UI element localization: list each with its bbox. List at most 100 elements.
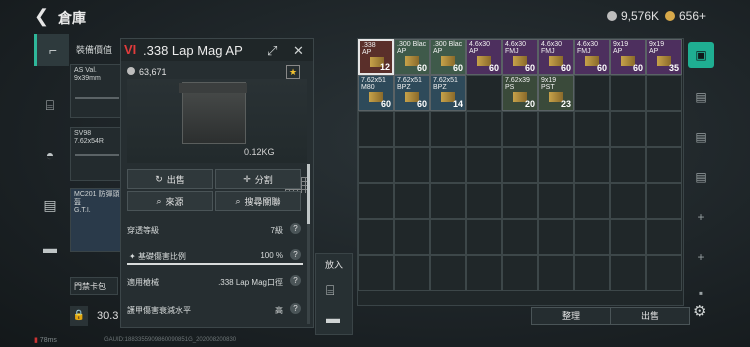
scrollbar[interactable]: [307, 164, 310, 324]
stash-cell[interactable]: [610, 183, 646, 219]
stash-cell[interactable]: [538, 255, 574, 291]
stash-cell[interactable]: [466, 183, 502, 219]
plus-icon[interactable]: +: [688, 244, 714, 270]
stash-cell[interactable]: [538, 219, 574, 255]
container-icon[interactable]: ▤: [688, 164, 714, 190]
stash-cell[interactable]: [466, 75, 502, 111]
lock-icon[interactable]: 🔒: [70, 306, 88, 326]
stash-item[interactable]: .338 AP 12: [358, 39, 394, 75]
pistol-icon[interactable]: ⌐: [34, 34, 69, 66]
stash-cell[interactable]: [610, 219, 646, 255]
plus-icon[interactable]: +: [688, 204, 714, 230]
stash-cell[interactable]: [430, 147, 466, 183]
stash-item[interactable]: .300 Blac AP 60: [394, 39, 430, 75]
stash-cell[interactable]: [466, 219, 502, 255]
stash-cell[interactable]: [466, 255, 502, 291]
stash-cell[interactable]: [502, 147, 538, 183]
search-related-button[interactable]: ⌕ 搜尋關聯: [215, 191, 301, 211]
stash-cell[interactable]: [574, 219, 610, 255]
stash-cell[interactable]: [610, 111, 646, 147]
stash-cell[interactable]: [394, 255, 430, 291]
stash-cell[interactable]: [358, 255, 394, 291]
stash-item[interactable]: 7.62x51 BPZ 14: [430, 75, 466, 111]
stash-cell[interactable]: [394, 183, 430, 219]
stash-cell[interactable]: [394, 111, 430, 147]
stash-cell[interactable]: [430, 183, 466, 219]
stash-item[interactable]: 9x19 AP 60: [610, 39, 646, 75]
star-icon[interactable]: ★: [286, 65, 300, 79]
stash-cell[interactable]: [610, 255, 646, 291]
secondary-weapon-slot[interactable]: SV98 7.62x54R: [70, 127, 122, 181]
stash-cell[interactable]: [646, 111, 682, 147]
helmet-slot[interactable]: MC201 防彈頭盔 G.T.I.: [70, 188, 122, 252]
stash-cell[interactable]: [610, 147, 646, 183]
chevron-left-icon[interactable]: ❮: [34, 7, 49, 25]
stat-row: 護甲傷害衰減水平 高 ?: [127, 299, 303, 321]
stash-cell[interactable]: [574, 111, 610, 147]
stash-cell[interactable]: [430, 255, 466, 291]
stash-cell[interactable]: [646, 183, 682, 219]
keycard-bag[interactable]: 門禁卡包: [70, 277, 118, 295]
stash-item[interactable]: 7.62x39 PS 20: [502, 75, 538, 111]
stash-cell[interactable]: [574, 147, 610, 183]
help-icon[interactable]: ?: [290, 223, 301, 234]
stash-cell[interactable]: [538, 111, 574, 147]
stash-cell[interactable]: [646, 147, 682, 183]
stash-item[interactable]: 4.6x30 FMJ 60: [538, 39, 574, 75]
stash-item[interactable]: 4.6x30 FMJ 60: [574, 39, 610, 75]
help-icon[interactable]: ?: [290, 249, 301, 260]
primary-weapon-slot[interactable]: AS Val. 9x39mm: [70, 64, 122, 118]
source-button[interactable]: ⌕ 來源: [127, 191, 213, 211]
stash-cell[interactable]: [430, 219, 466, 255]
split-button[interactable]: ✛ 分割: [215, 169, 301, 189]
container-icon[interactable]: ▤: [688, 84, 714, 110]
help-icon[interactable]: ?: [290, 275, 301, 286]
stash-cell[interactable]: [502, 183, 538, 219]
stash-cell[interactable]: [574, 183, 610, 219]
helmet-icon[interactable]: ◓: [34, 139, 66, 171]
toolbox-icon[interactable]: ▬: [326, 310, 340, 326]
stash-cell[interactable]: [502, 255, 538, 291]
stash-item[interactable]: 7.62x51 BPZ 60: [394, 75, 430, 111]
vest-icon[interactable]: ⌸: [326, 282, 334, 299]
stash-item[interactable]: 4.6x30 AP 60: [466, 39, 502, 75]
stash-cell[interactable]: [610, 75, 646, 111]
stash-cell[interactable]: [646, 219, 682, 255]
stash-cell[interactable]: [502, 219, 538, 255]
stash-cell[interactable]: [358, 219, 394, 255]
backpack-icon[interactable]: ▤: [34, 189, 66, 221]
container-icon[interactable]: ▤: [688, 124, 714, 150]
stash-cell[interactable]: [502, 111, 538, 147]
help-icon[interactable]: ?: [290, 303, 301, 314]
vest-icon[interactable]: ⌸: [34, 89, 66, 121]
stash-cell[interactable]: [394, 147, 430, 183]
stash-cell[interactable]: [358, 183, 394, 219]
close-icon[interactable]: ✕: [293, 43, 304, 59]
sell-button[interactable]: ↻ 出售: [127, 169, 213, 189]
stash-cell[interactable]: [430, 111, 466, 147]
gold-balance[interactable]: 656+: [665, 9, 706, 23]
toolbox-icon[interactable]: ▬: [34, 232, 66, 264]
stash-item[interactable]: 9x19 AP 35: [646, 39, 682, 75]
stash-cell[interactable]: [646, 75, 682, 111]
stash-cell[interactable]: [466, 147, 502, 183]
gear-icon[interactable]: ⚙: [693, 302, 706, 320]
stash-item[interactable]: 7.62x51 M80 60: [358, 75, 394, 111]
sort-button[interactable]: 整理: [531, 307, 611, 325]
stash-cell[interactable]: [538, 147, 574, 183]
stash-item[interactable]: 4.6x30 FMJ 60: [502, 39, 538, 75]
stash-cell[interactable]: [358, 111, 394, 147]
stash-cell[interactable]: [574, 75, 610, 111]
stash-cell[interactable]: [358, 147, 394, 183]
stash-cell[interactable]: [394, 219, 430, 255]
stash-icon[interactable]: ▣: [688, 42, 714, 68]
stash-item[interactable]: 9x19 PST 23: [538, 75, 574, 111]
stash-cell[interactable]: [466, 111, 502, 147]
item-label: 7.62x51 BPZ: [433, 77, 458, 91]
stash-cell[interactable]: [574, 255, 610, 291]
expand-icon[interactable]: ⤢: [267, 43, 277, 59]
stash-cell[interactable]: [646, 255, 682, 291]
sell-all-button[interactable]: 出售: [610, 307, 690, 325]
stash-cell[interactable]: [538, 183, 574, 219]
stash-item[interactable]: .300 Blac AP 60: [430, 39, 466, 75]
